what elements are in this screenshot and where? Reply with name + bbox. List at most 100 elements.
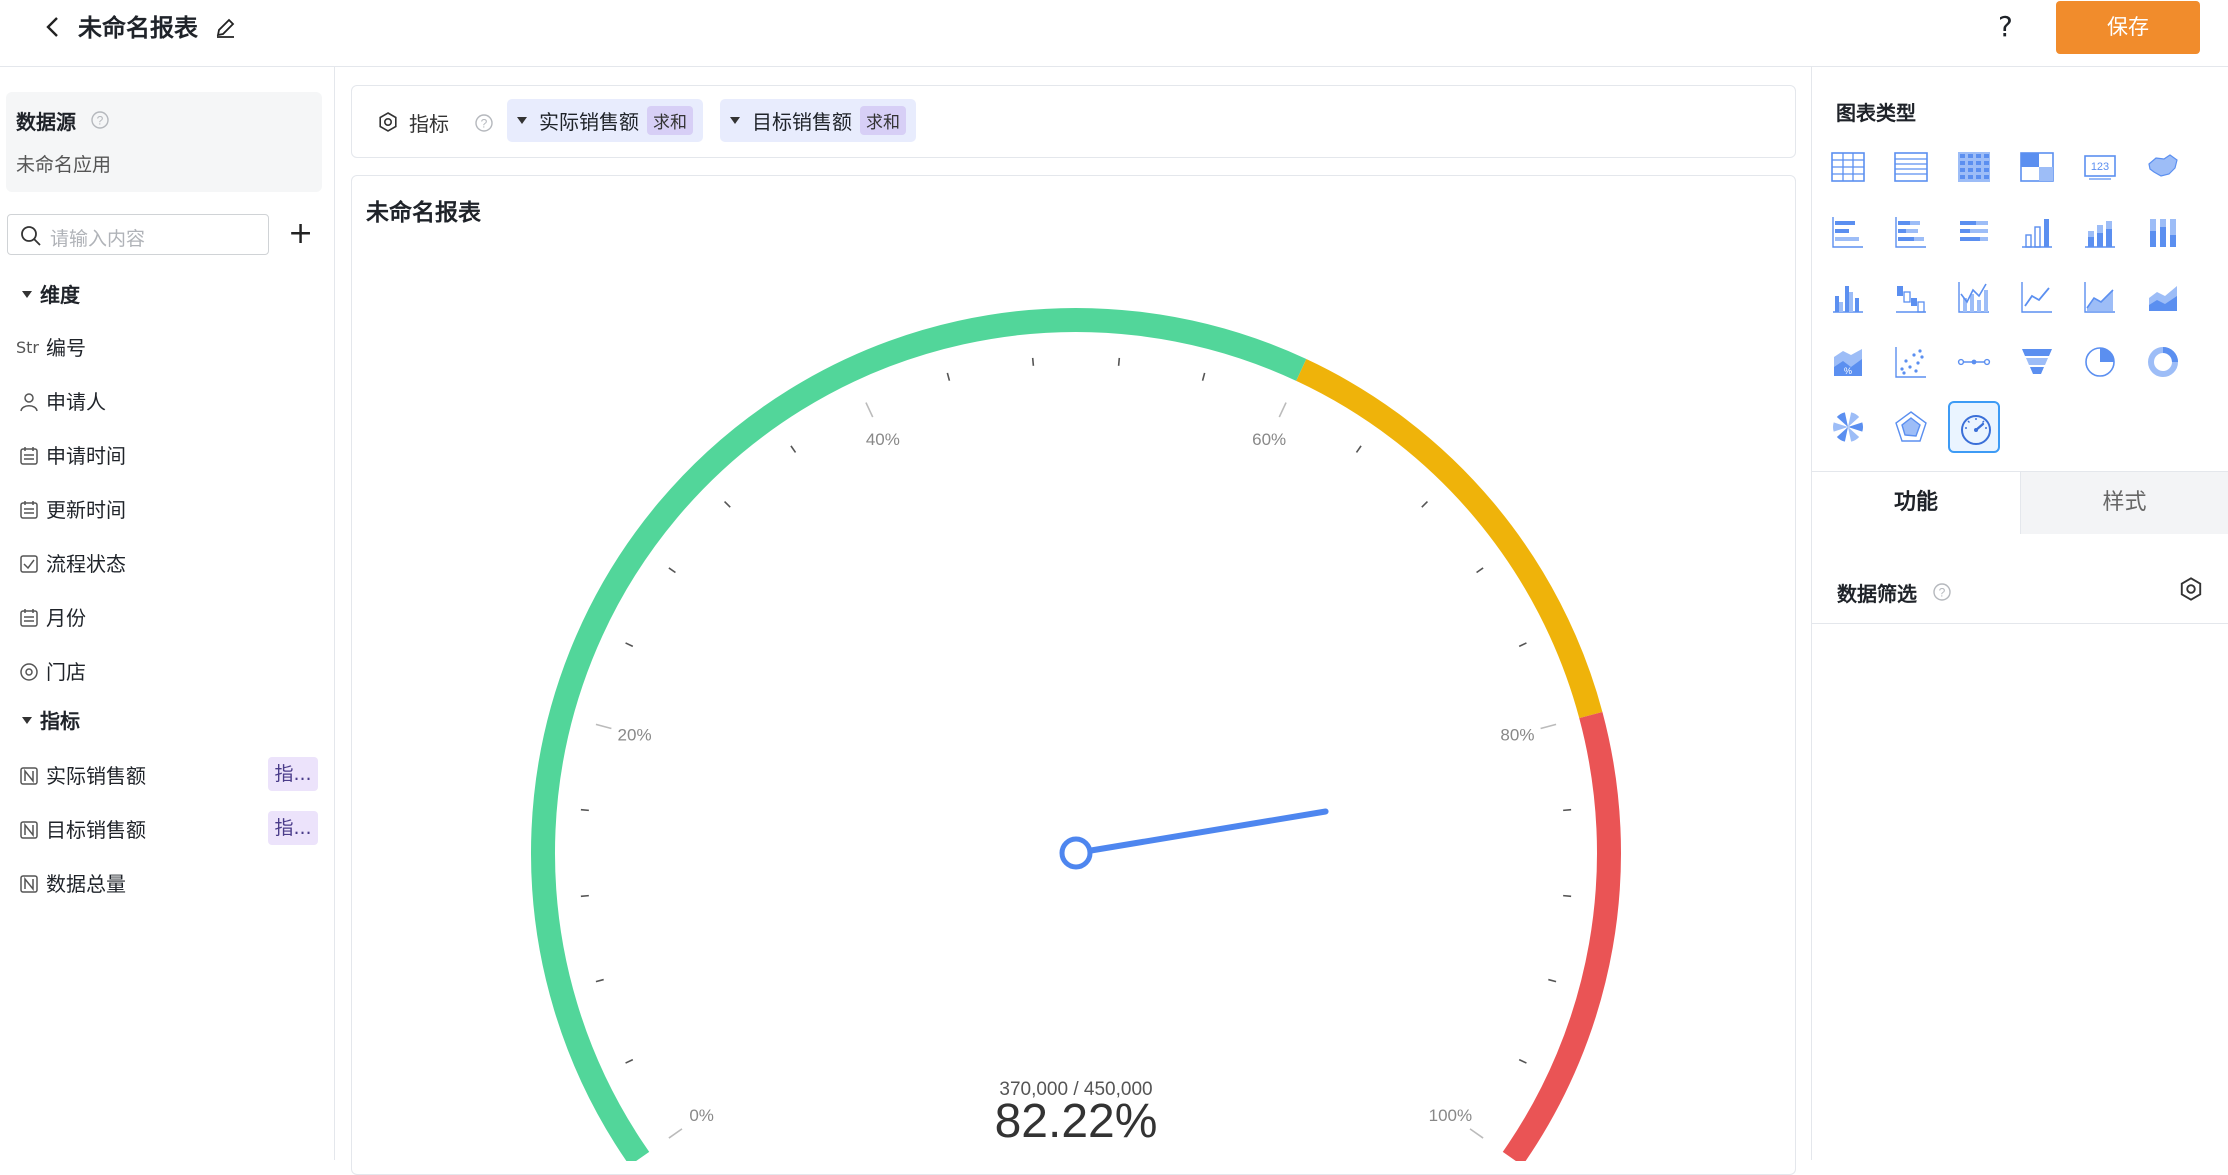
column-chart-type-button[interactable] — [2011, 206, 2063, 258]
field-item[interactable]: Str 编号 — [16, 333, 86, 363]
metric-item[interactable]: 实际销售额 — [16, 761, 146, 791]
gauge-band — [1296, 359, 1603, 719]
radar-chart-type-button[interactable] — [1885, 401, 1937, 453]
waterfall-chart-type-button[interactable] — [1885, 271, 1937, 323]
field-label: 门店 — [46, 660, 86, 684]
metric-tag: 指... — [268, 811, 318, 845]
gauge-chart-type-button[interactable] — [1948, 401, 2000, 453]
field-label: 申请时间 — [46, 444, 126, 468]
tab-function[interactable]: 功能 — [1812, 472, 2020, 534]
field-item[interactable]: 更新时间 — [16, 495, 126, 525]
help-icon[interactable]: ? — [1998, 10, 2013, 44]
percent-column-chart-type-button[interactable] — [2137, 206, 2189, 258]
metric-item[interactable]: 数据总量 — [16, 869, 126, 899]
metric-pill[interactable]: 实际销售额 求和 — [507, 99, 703, 142]
gauge-band — [531, 308, 1307, 1161]
metric-label: 指标 — [409, 112, 449, 136]
list-table-icon — [1894, 152, 1928, 182]
gauge-tick-label: 80% — [1500, 726, 1534, 745]
left-sidebar: 数据源 ? 未命名应用 请输入内容 + 维度 Str 编号 申请人 申请时间 更新… — [0, 67, 335, 1160]
checkbox-icon — [20, 555, 38, 573]
bar-horizontal-chart-type-button[interactable] — [1822, 206, 1874, 258]
rose-chart-type-button[interactable] — [1822, 401, 1874, 453]
help-circle-icon[interactable]: ? — [474, 113, 494, 133]
grouped-column-chart-type-button[interactable] — [1822, 271, 1874, 323]
tab-style[interactable]: 样式 — [2020, 472, 2228, 534]
back-arrow-icon[interactable] — [38, 12, 68, 42]
panel-tabs: 功能 样式 — [1812, 471, 2228, 534]
field-item[interactable]: 申请时间 — [16, 441, 126, 471]
column-line-chart-type-button[interactable] — [1948, 271, 2000, 323]
metric-pill[interactable]: 目标销售额 求和 — [720, 99, 916, 142]
gauge-pointer-hub — [1059, 836, 1093, 870]
number-type-icon — [20, 821, 38, 839]
datasource-panel[interactable]: 数据源 ? 未命名应用 — [6, 92, 322, 192]
person-icon — [20, 393, 38, 412]
field-item[interactable]: 门店 — [16, 657, 86, 687]
field-item[interactable]: 流程状态 — [16, 549, 126, 579]
field-item[interactable]: 申请人 — [16, 387, 106, 417]
gauge-tick — [668, 1128, 683, 1139]
gauge-tick — [595, 723, 612, 730]
metric-item[interactable]: 目标销售额 — [16, 815, 146, 845]
funnel-icon — [2022, 349, 2052, 374]
add-field-button[interactable]: + — [288, 217, 314, 251]
gauge-tick — [1518, 642, 1527, 648]
help-circle-icon[interactable]: ? — [90, 110, 110, 130]
gauge-tick — [724, 501, 731, 508]
stacked-column-chart-type-button[interactable] — [2074, 206, 2126, 258]
gauge-pointer — [1073, 808, 1329, 856]
dimension-group-toggle[interactable]: 维度 — [22, 279, 80, 308]
gauge-tick-label: 60% — [1252, 430, 1286, 449]
edit-pencil-icon[interactable] — [212, 15, 238, 41]
gauge-tick-label: 40% — [866, 430, 900, 449]
area-line-chart-type-button[interactable] — [2074, 271, 2126, 323]
table-icon — [1831, 152, 1865, 182]
help-circle-icon[interactable]: ? — [1932, 582, 1952, 602]
settings-icon[interactable] — [2178, 576, 2204, 602]
caret-down-icon — [22, 717, 32, 724]
line-chart-type-button[interactable] — [2011, 271, 2063, 323]
list-table-chart-type-button[interactable] — [1885, 141, 1937, 193]
donut-chart-type-button[interactable] — [2137, 336, 2189, 388]
gauge-tick — [1548, 978, 1557, 983]
stacked-bar-horizontal-icon — [1895, 217, 1926, 248]
gauge-tick — [1201, 372, 1206, 381]
field-item[interactable]: 月份 — [16, 603, 86, 633]
calendar-icon — [20, 609, 38, 627]
gauge-tick — [580, 894, 589, 898]
save-button[interactable]: 保存 — [2056, 1, 2200, 54]
dot-line-chart-type-button[interactable] — [1948, 336, 2000, 388]
scatter-icon — [1895, 347, 1926, 378]
pie-chart-type-button[interactable] — [2074, 336, 2126, 388]
svg-text:%: % — [1844, 366, 1852, 376]
gauge-tick-label: 100% — [1429, 1106, 1472, 1125]
field-label: 实际销售额 — [46, 764, 146, 788]
gauge-tick — [1540, 723, 1557, 730]
stacked-area-chart-type-button[interactable] — [2137, 271, 2189, 323]
metric-group-toggle[interactable]: 指标 — [22, 705, 80, 734]
field-label: 目标销售额 — [46, 818, 146, 842]
table-chart-type-button[interactable] — [1822, 141, 1874, 193]
percent-bar-horizontal-chart-type-button[interactable] — [1948, 206, 2000, 258]
calendar-icon — [20, 447, 38, 465]
donut-icon — [2148, 347, 2178, 377]
field-label: 月份 — [46, 606, 86, 630]
scatter-chart-type-button[interactable] — [1885, 336, 1937, 388]
pill-label: 目标销售额 — [752, 110, 852, 134]
column-icon — [2022, 219, 2052, 248]
gauge-percent-label: 82.22% — [995, 1095, 1158, 1148]
gauge-band — [1502, 711, 1621, 1161]
grouped-column-icon — [1833, 286, 1863, 313]
grid-table-chart-type-button[interactable] — [1948, 141, 2000, 193]
number-card-chart-type-button[interactable]: 123 — [2074, 141, 2126, 193]
stacked-bar-horizontal-chart-type-button[interactable] — [1885, 206, 1937, 258]
map-chart-type-button[interactable] — [2137, 141, 2189, 193]
funnel-chart-type-button[interactable] — [2011, 336, 2063, 388]
chart-card: 未命名报表 0% 20% 40% 60% 80% 100% 370,000 / 450,00… — [351, 175, 1796, 1175]
settings-icon[interactable] — [377, 111, 399, 133]
percent-area-chart-type-button[interactable]: % — [1822, 336, 1874, 388]
gauge-tick — [668, 567, 676, 574]
pivot-table-chart-type-button[interactable] — [2011, 141, 2063, 193]
search-input[interactable]: 请输入内容 — [7, 214, 269, 255]
